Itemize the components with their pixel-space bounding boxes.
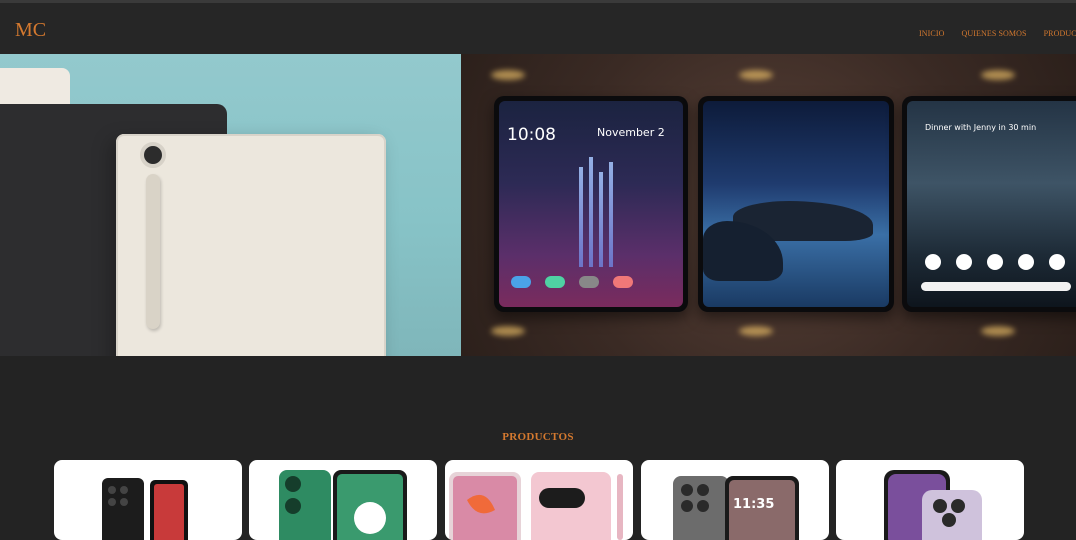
camera-icon	[140, 142, 166, 168]
nav-item-quienes-somos[interactable]: QUIENES SOMOS	[961, 29, 1026, 38]
product-card[interactable]	[836, 460, 1024, 540]
youtube-icon	[1049, 254, 1065, 270]
phone-htc: 10:08 November 2	[494, 96, 688, 312]
google-search-bar	[921, 282, 1071, 291]
app-row	[925, 254, 1076, 275]
tablet-front	[116, 134, 386, 356]
hero-tablet-image	[0, 54, 461, 356]
phone-image-pink	[449, 472, 623, 540]
site-header: MC INICIO QUIENES SOMOS PRODUCTOS	[0, 3, 1076, 54]
logo[interactable]: MC	[15, 19, 46, 42]
lockscreen-time: 10:08	[507, 125, 556, 145]
product-card[interactable]: 11:35	[641, 460, 829, 540]
notification-text: Dinner with Jenny in 30 min	[925, 123, 1037, 132]
message-icon	[545, 276, 565, 288]
phone-pixel: Dinner with Jenny in 30 min	[902, 96, 1076, 312]
chrome-icon	[1018, 254, 1034, 270]
nav-item-inicio[interactable]: INICIO	[919, 29, 944, 38]
lockscreen-date: November 2	[597, 126, 665, 139]
hero-phones-image: 10:08 November 2 Dinner with Jenny in 30…	[461, 54, 1076, 356]
card-time: 11:35	[733, 497, 774, 512]
phone-image-purple	[884, 470, 982, 540]
phone-galaxy	[698, 96, 894, 312]
hero-banner: 10:08 November 2 Dinner with Jenny in 30…	[0, 54, 1076, 356]
apps-icon	[579, 276, 599, 288]
product-card[interactable]	[249, 460, 437, 540]
phone-image-green	[279, 470, 407, 540]
app-dock	[511, 275, 671, 289]
stylus-pen	[146, 174, 160, 329]
nav-item-productos[interactable]: PRODUCTOS	[1044, 29, 1076, 38]
product-card[interactable]	[445, 460, 633, 540]
gmail-icon	[925, 254, 941, 270]
photos-icon	[987, 254, 1003, 270]
phone-icon	[511, 276, 531, 288]
phone-image-gray: 11:35	[673, 476, 799, 540]
mail-icon	[613, 276, 633, 288]
phone-image-black	[102, 478, 188, 540]
product-card[interactable]	[54, 460, 242, 540]
products-title: PRODUCTOS	[502, 431, 574, 443]
main-nav: INICIO QUIENES SOMOS PRODUCTOS	[919, 23, 1076, 41]
maps-icon	[956, 254, 972, 270]
